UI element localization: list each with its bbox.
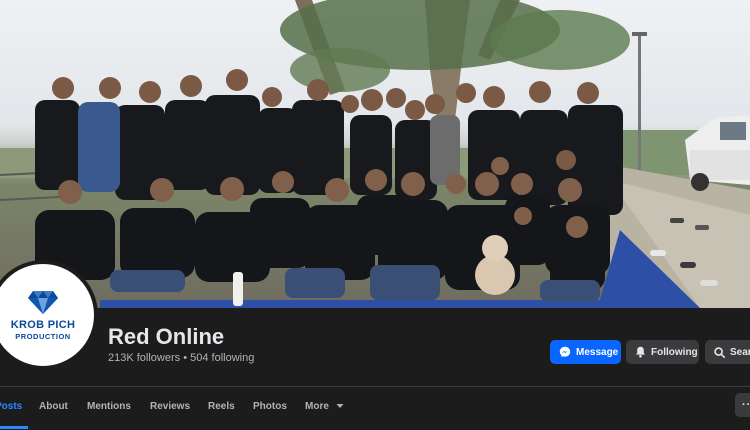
stats-separator: • <box>180 352 191 364</box>
more-options-button[interactable]: ··· <box>735 393 750 417</box>
logo-text-krob-pich: KROB PICH <box>10 319 76 331</box>
tab-reels[interactable]: Reels <box>208 401 235 412</box>
active-tab-indicator <box>0 426 28 429</box>
search-button[interactable]: Search <box>705 340 750 364</box>
tab-about[interactable]: About <box>39 401 68 412</box>
message-button-label: Message <box>576 346 619 358</box>
caret-down-icon <box>336 404 344 409</box>
cover-photo-art <box>0 0 750 308</box>
cover-photo[interactable] <box>0 0 750 308</box>
more-options-icon: ··· <box>742 399 750 411</box>
search-button-label: Search <box>730 346 750 358</box>
page-stats: 213K followers • 504 following <box>108 352 254 364</box>
tab-mentions[interactable]: Mentions <box>87 401 131 412</box>
followers-count[interactable]: 213K followers <box>108 352 180 364</box>
following-button[interactable]: Following <box>626 340 699 364</box>
tab-photos[interactable]: Photos <box>253 401 287 412</box>
profile-tabs: Posts About Mentions Reviews Reels Photo… <box>0 387 750 430</box>
tab-more-label: More <box>305 401 329 412</box>
search-icon <box>714 346 725 358</box>
diamond-logo-icon <box>28 291 58 314</box>
following-button-label: Following <box>651 346 698 358</box>
tab-more[interactable]: More <box>305 401 344 412</box>
page-title: Red Online <box>108 324 225 349</box>
message-button[interactable]: Message <box>550 340 621 364</box>
tab-reviews[interactable]: Reviews <box>150 401 190 412</box>
bell-icon <box>636 346 645 358</box>
following-count[interactable]: 504 following <box>190 352 254 364</box>
messenger-icon <box>559 346 571 358</box>
tab-posts[interactable]: Posts <box>0 401 22 412</box>
logo-text-production: PRODUCTION <box>15 332 71 341</box>
